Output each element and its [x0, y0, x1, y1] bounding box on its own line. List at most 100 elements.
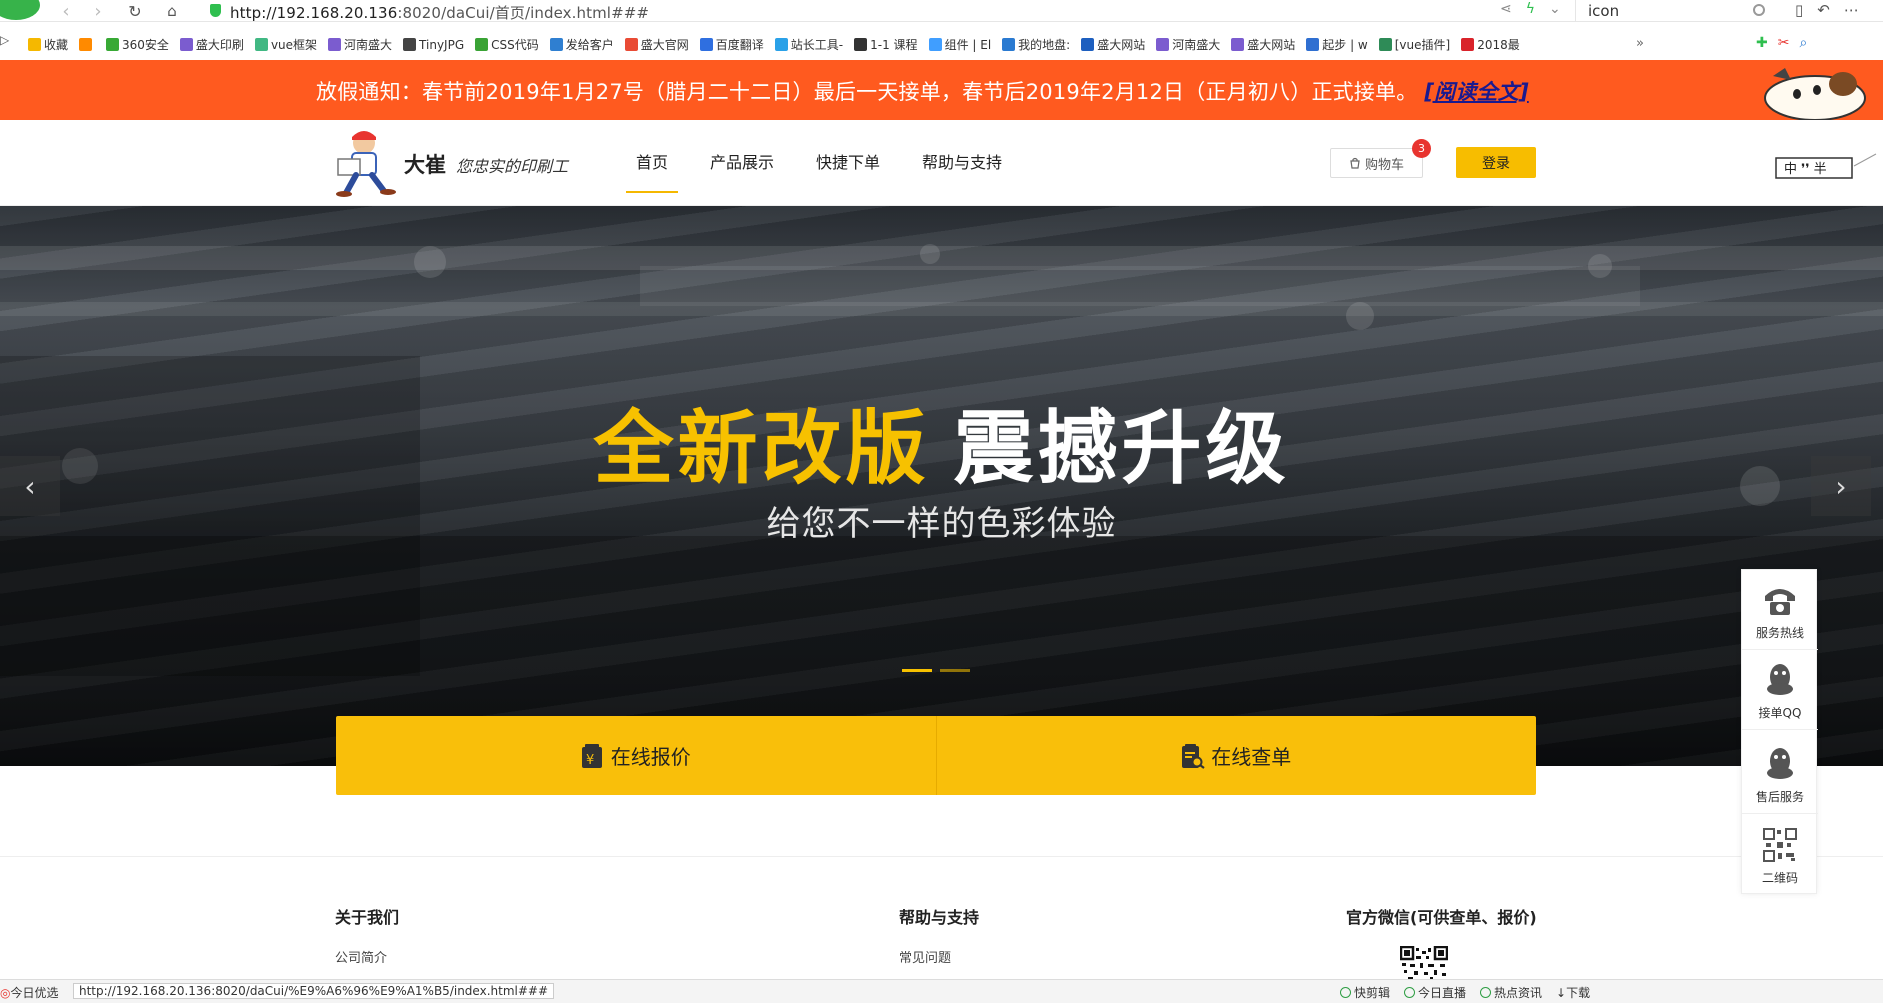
extension-icon[interactable]: ✚ — [1756, 35, 1768, 51]
hero-next-button[interactable]: › — [1811, 456, 1871, 516]
bookmark-label: 组件 | El — [944, 38, 992, 52]
bookmark-item[interactable]: vue框架 — [254, 36, 317, 53]
status-today-picks[interactable]: ◎今日优选 — [0, 984, 59, 1001]
notice-text: 放假通知：春节前2019年1月27号（腊月二十二日）最后一天接单，春节后2019… — [316, 76, 1529, 106]
footer-faq-link[interactable]: 常见问题 — [899, 947, 951, 966]
status-item-live[interactable]: 今日直播 — [1404, 984, 1466, 1001]
holiday-notice-bar: 放假通知：春节前2019年1月27号（腊月二十二日）最后一天接单，春节后2019… — [0, 60, 1883, 120]
bookmark-item[interactable]: 盛大印刷 — [179, 36, 244, 53]
nav-products[interactable]: 产品展示 — [710, 120, 774, 206]
share-icon[interactable]: ⋖ — [1500, 1, 1512, 17]
bookmark-item[interactable]: 我的地盘: — [1002, 36, 1070, 53]
cart-count-badge: 3 — [1412, 139, 1431, 158]
bookmark-item[interactable]: 1-1 课程 — [854, 36, 918, 53]
bookmark-label: 发给客户 — [565, 38, 614, 52]
download-label: 下载 — [1566, 986, 1591, 1000]
bookmark-icon — [1081, 38, 1095, 51]
online-query-button[interactable]: 在线查单 — [935, 716, 1537, 795]
site-header: 大崔 您忠实的印刷工 首页 产品展示 快捷下单 帮助与支持 购物车 3 登录 — [0, 120, 1883, 206]
status-item-news[interactable]: 热点资讯 — [1480, 984, 1542, 1001]
search-tool-icon[interactable]: ⌕ — [1799, 35, 1807, 51]
bookmark-item[interactable]: 收藏 — [28, 36, 68, 53]
hero-headline-white: 震撼升级 — [953, 402, 1290, 495]
download-icon: ↓ — [1556, 986, 1567, 1000]
bookmark-icon — [403, 38, 417, 51]
bookmark-item[interactable]: [vue插件] — [1378, 36, 1450, 53]
dropdown-icon[interactable]: ⌄ — [1549, 1, 1561, 17]
svg-text:¥: ¥ — [586, 753, 594, 768]
login-button[interactable]: 登录 — [1456, 147, 1536, 178]
hero-headline-yellow: 全新改版 — [593, 402, 930, 495]
bookmark-tools: ✚ ✂ ⌕ — [1756, 35, 1807, 51]
order-qq-item[interactable]: 接单QQ — [1742, 650, 1818, 730]
nav-help[interactable]: 帮助与支持 — [922, 120, 1002, 206]
qrcode-item[interactable]: 二维码 — [1742, 815, 1818, 895]
hero-prev-button[interactable]: ‹ — [0, 456, 60, 516]
bookmark-item[interactable]: 360安全 — [106, 36, 169, 53]
footer-help-title: 帮助与支持 — [899, 908, 980, 927]
secure-shield-icon — [210, 4, 221, 17]
bookmark-item[interactable]: 河南盛大 — [328, 36, 392, 53]
bookmark-item[interactable]: TinyJPG — [403, 36, 464, 53]
aftersale-label: 售后服务 — [1755, 790, 1804, 804]
bookmark-item[interactable]: 盛大网站 — [1231, 36, 1295, 53]
mobile-icon[interactable]: ▯ — [1795, 1, 1803, 19]
forward-icon[interactable]: › — [86, 0, 110, 22]
bookmark-label: CSS代码 — [491, 38, 539, 52]
bookmark-label: 盛大网站 — [1247, 38, 1296, 52]
bookmark-item[interactable]: 盛大网站 — [1081, 36, 1145, 53]
bookmark-item[interactable]: 河南盛大 — [1156, 36, 1220, 53]
undo-icon[interactable]: ↶ — [1817, 1, 1830, 19]
status-item-quick-clip[interactable]: 快剪辑 — [1340, 984, 1390, 1001]
url-host: http://192.168.20.136 — [230, 4, 398, 22]
status-tools: 快剪辑 今日直播 热点资讯 ↓下载 — [1340, 984, 1590, 1001]
bookmark-label: 我的地盘: — [1018, 38, 1071, 52]
home-icon[interactable]: ⌂ — [160, 0, 184, 22]
service-hotline-item[interactable]: 服务热线 — [1742, 570, 1818, 650]
nav-home[interactable]: 首页 — [625, 120, 679, 206]
bookmark-item[interactable]: 2018最 — [1461, 36, 1520, 53]
input-method-icon[interactable]: 中 ❜❜ 半 — [1774, 152, 1878, 182]
hero-subtitle: 给您不一样的色彩体验 — [766, 504, 1117, 544]
bookmark-label: 盛大官网 — [640, 38, 689, 52]
bookmark-item[interactable] — [79, 36, 95, 53]
browser-search-box[interactable]: icon — [1575, 0, 1771, 22]
mascot-image — [1764, 68, 1866, 120]
bookmark-item[interactable]: 组件 | El — [928, 36, 992, 53]
address-bar[interactable]: http://192.168.20.136:8020/daCui/首页/inde… — [230, 2, 649, 23]
online-quote-button[interactable]: ¥ 在线报价 — [336, 716, 936, 795]
nav-quick-order[interactable]: 快捷下单 — [816, 120, 880, 206]
bookmark-item[interactable]: CSS代码 — [475, 36, 539, 53]
hero-dot-1[interactable] — [902, 669, 932, 672]
status-item-download[interactable]: ↓下载 — [1556, 984, 1590, 1001]
bookmark-icon — [1461, 38, 1475, 51]
status-url: http://192.168.20.136:8020/daCui/%E9%A6%… — [73, 983, 555, 999]
bookmarks-bar: ▷ 收藏 360安全 盛大印刷 vue框架 河南盛大 TinyJPG CSS代码 发给客户 盛大… — [0, 33, 1883, 57]
hero-dot-2[interactable] — [940, 669, 970, 672]
bookmark-label: 河南盛大 — [344, 38, 393, 52]
more-icon[interactable]: ⋯ — [1844, 1, 1859, 19]
bookmark-list: 收藏 360安全 盛大印刷 vue框架 河南盛大 TinyJPG CSS代码 发给客户 盛大官网… — [28, 36, 1531, 53]
bookmark-item[interactable]: 起步 | w — [1306, 36, 1368, 53]
bookmark-item[interactable]: 发给客户 — [549, 36, 614, 53]
online-quote-label: 在线报价 — [610, 745, 691, 769]
notice-read-more-link[interactable]: [阅读全文] — [1424, 80, 1528, 104]
flash-icon[interactable]: ϟ — [1526, 1, 1535, 17]
bookmarks-more-icon[interactable]: » — [1636, 36, 1644, 51]
service-hotline-label: 服务热线 — [1755, 626, 1804, 640]
bookmark-icon — [28, 38, 41, 51]
refresh-icon[interactable]: ↻ — [123, 0, 147, 22]
site-logo[interactable]: 大崔 您忠实的印刷工 — [334, 127, 594, 197]
bookmark-label: 河南盛大 — [1172, 38, 1221, 52]
bookmarks-expand-icon[interactable]: ▷ — [0, 33, 9, 47]
footer-company-intro-link[interactable]: 公司简介 — [335, 947, 387, 966]
aftersale-item[interactable]: 售后服务 — [1742, 734, 1818, 814]
bookmark-item[interactable]: 盛大官网 — [624, 36, 689, 53]
hot-icon: ◎ — [0, 986, 11, 1000]
back-icon[interactable]: ‹ — [54, 0, 78, 22]
cut-icon[interactable]: ✂ — [1778, 35, 1790, 51]
cart-button[interactable]: 购物车 — [1330, 148, 1423, 178]
bookmark-item[interactable]: 百度翻译 — [699, 36, 764, 53]
bookmark-item[interactable]: 站长工具- — [774, 36, 843, 53]
search-icon[interactable] — [1753, 4, 1765, 16]
